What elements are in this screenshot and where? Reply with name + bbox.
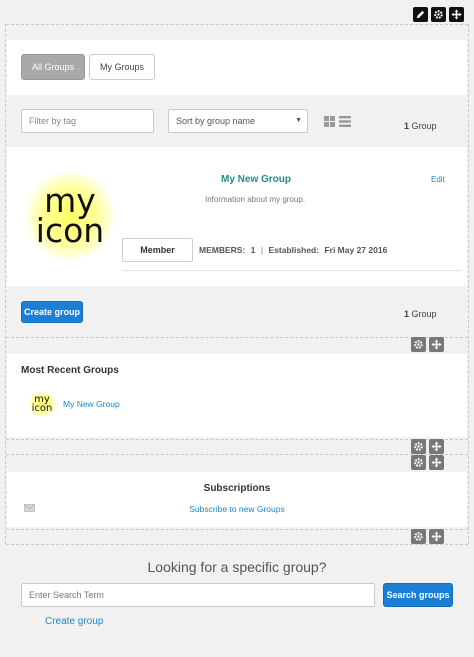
region-border (468, 24, 469, 544)
established-label: Established: (268, 245, 320, 255)
move-icon[interactable] (429, 529, 444, 544)
subscribe-link[interactable]: Subscribe to new Groups (137, 504, 337, 514)
meta-divider: | (260, 245, 264, 255)
move-icon[interactable] (429, 439, 444, 454)
move-icon[interactable] (429, 455, 444, 470)
gear-icon[interactable] (411, 337, 426, 352)
group-meta: MEMBERS: 1 | Established: Fri May 27 201… (199, 245, 387, 255)
create-group-link[interactable]: Create group (45, 616, 103, 627)
group-count-number: 1 (404, 121, 410, 131)
search-heading: Looking for a specific group? (147, 559, 327, 575)
region-border (6, 24, 468, 25)
tab-all-groups[interactable]: All Groups (21, 54, 85, 80)
group-description: Information about my group. (204, 195, 306, 204)
recent-logo-line2: icon (31, 403, 53, 414)
subscriptions-title: Subscriptions (203, 483, 271, 494)
move-icon[interactable] (429, 337, 444, 352)
members-label: MEMBERS: (199, 245, 246, 255)
group-count-bottom-number: 1 (404, 309, 410, 319)
search-groups-button[interactable]: Search groups (383, 583, 453, 607)
grid-view-icon[interactable] (324, 116, 335, 127)
sort-select-label: Sort by group name (176, 116, 256, 126)
group-count-bottom: 1 Group (404, 309, 448, 319)
group-count: 1 Group (404, 121, 448, 131)
region-border (6, 529, 468, 530)
gear-icon[interactable] (411, 439, 426, 454)
move-icon[interactable] (449, 7, 464, 22)
recent-groups-title: Most Recent Groups (21, 365, 119, 376)
region-border (6, 544, 468, 545)
member-button[interactable]: Member (122, 238, 193, 262)
region-border (6, 454, 468, 455)
subscriptions-panel (7, 472, 467, 527)
recent-group-logo[interactable]: my icon (27, 392, 57, 416)
card-divider (122, 270, 462, 271)
list-view-icon[interactable] (339, 116, 351, 127)
region-border (5, 24, 6, 544)
region-border (6, 439, 468, 440)
gear-icon[interactable] (411, 529, 426, 544)
members-count: 1 (250, 245, 256, 255)
create-group-button[interactable]: Create group (21, 301, 83, 323)
tab-my-groups[interactable]: My Groups (89, 54, 155, 80)
recent-group-link[interactable]: My New Group (63, 399, 120, 409)
gear-icon[interactable] (431, 7, 446, 22)
group-count-word: Group (411, 121, 437, 131)
envelope-icon (24, 504, 35, 512)
region-border (6, 337, 468, 338)
group-name-link[interactable]: My New Group (186, 174, 326, 185)
established-date: Fri May 27 2016 (324, 245, 388, 255)
search-term-input[interactable]: Enter Search Term (21, 583, 375, 607)
group-logo-line2: icon (35, 211, 105, 250)
caret-down-icon: ▼ (295, 117, 302, 124)
filter-by-tag-input[interactable]: Filter by tag (21, 109, 154, 133)
pencil-icon[interactable] (413, 7, 428, 22)
edit-group-link[interactable]: Edit (431, 175, 445, 184)
gear-icon[interactable] (411, 455, 426, 470)
sort-select[interactable]: Sort by group name ▼ (168, 109, 308, 133)
group-count-bottom-word: Group (411, 309, 437, 319)
group-logo[interactable]: my icon (26, 172, 114, 260)
